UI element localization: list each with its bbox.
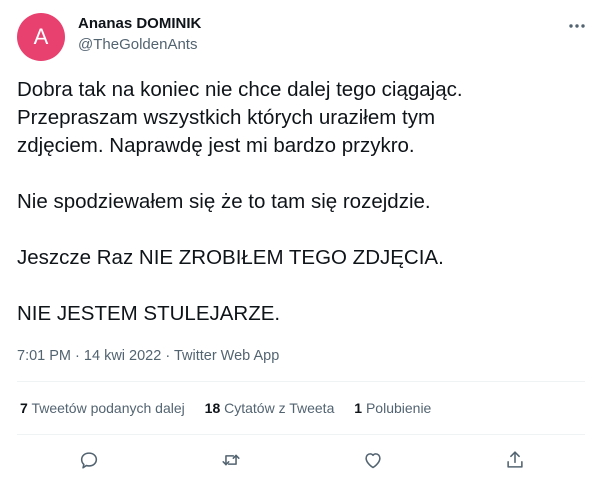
tweet-source[interactable]: Twitter Web App — [174, 348, 279, 364]
reply-button[interactable] — [76, 447, 102, 473]
meta-separator: · — [75, 348, 80, 364]
tweet-line: Jeszcze Raz NIE ZROBIŁEM TEGO ZDJĘCIA. — [17, 246, 444, 269]
divider — [17, 381, 585, 382]
heart-icon — [365, 453, 381, 469]
tweet-time[interactable]: 7:01 PM — [17, 348, 71, 364]
likes-stat[interactable]: 1 Polubienie — [354, 398, 431, 418]
avatar[interactable]: A — [17, 13, 65, 61]
tweet-stats: 7 Tweetów podanych dalej 18 Cytatów z Tw… — [20, 398, 447, 418]
likes-label: Polubienie — [365, 400, 432, 416]
retweets-stat[interactable]: 7 Tweetów podanych dalej — [20, 398, 185, 418]
tweet-metadata: 7:01 PM · 14 kwi 2022 · Twitter Web App — [17, 346, 279, 366]
share-button[interactable] — [502, 447, 528, 473]
retweet-button[interactable] — [218, 447, 244, 473]
share-icon — [507, 451, 523, 468]
more-options-button[interactable] — [563, 14, 591, 38]
retweets-count: 7 — [20, 400, 28, 416]
author-handle[interactable]: @TheGoldenAnts — [78, 35, 197, 55]
tweet-date[interactable]: 14 kwi 2022 — [84, 348, 161, 364]
reply-icon — [80, 452, 98, 469]
retweet-icon — [222, 454, 240, 466]
more-horizontal-icon — [569, 24, 585, 28]
quotes-count: 18 — [204, 400, 221, 416]
likes-count: 1 — [354, 400, 363, 416]
retweets-label: Tweetów podanych dalej — [31, 400, 185, 416]
tweet-line: zdjęciem. Naprawdę jest mi bardzo przykr… — [17, 134, 415, 157]
tweet-line: NIE JESTEM STULEJARZE. — [17, 302, 281, 325]
tweet-card: A Ananas DOMINIK @TheGoldenAnts Dobra ta… — [0, 0, 597, 481]
divider — [17, 434, 585, 435]
author-display-name[interactable]: Ananas DOMINIK — [78, 14, 201, 34]
tweet-text: Dobra tak na koniec nie chce dalej tego … — [17, 76, 582, 328]
like-button[interactable] — [360, 447, 386, 473]
tweet-line: Dobra tak na koniec nie chce dalej tego … — [17, 78, 463, 101]
tweet-line: Przepraszam wszystkich których uraziłem … — [17, 106, 436, 129]
quotes-label: Cytatów z Tweeta — [224, 400, 335, 416]
tweet-line: Nie spodziewałem się że to tam się rozej… — [17, 190, 431, 213]
quotes-stat[interactable]: 18 Cytatów z Tweeta — [205, 398, 335, 418]
meta-separator: · — [165, 348, 171, 364]
